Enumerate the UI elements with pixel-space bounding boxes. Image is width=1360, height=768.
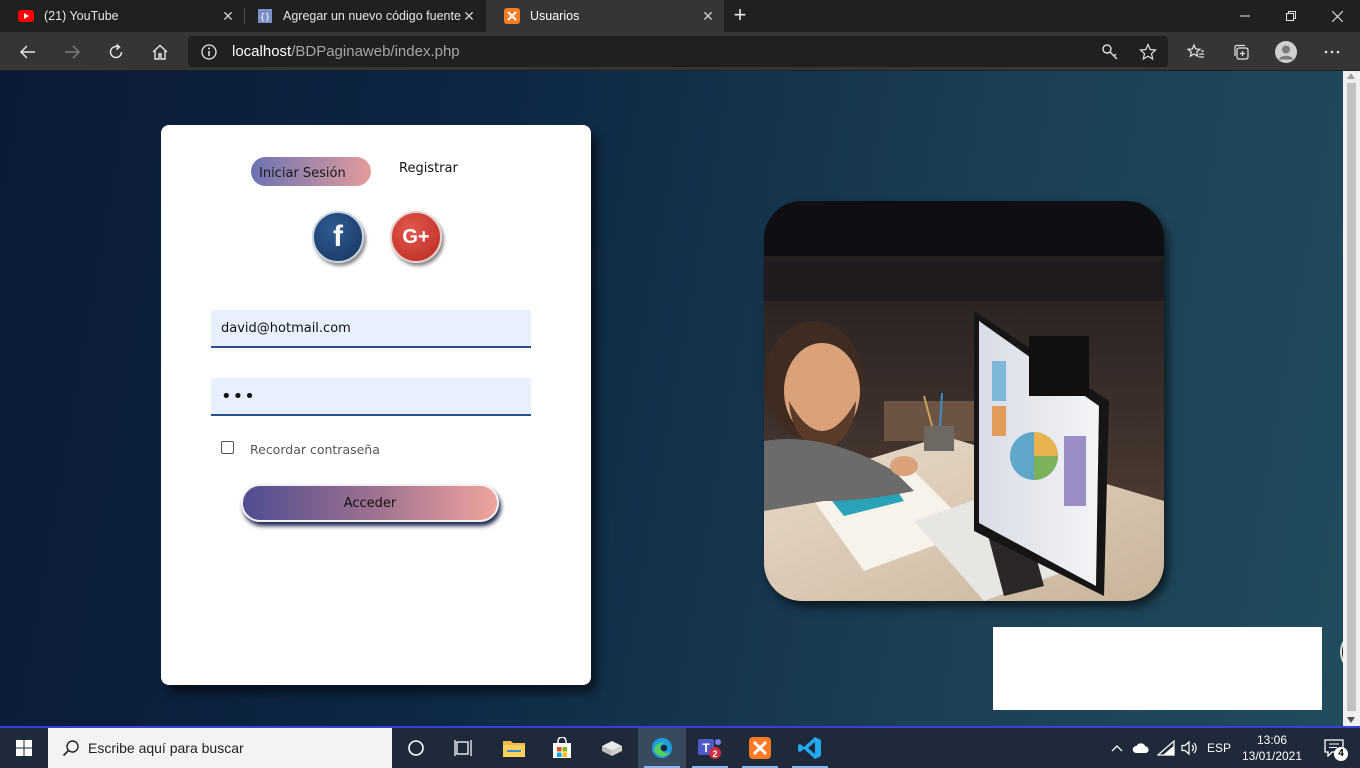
home-button[interactable] (144, 36, 176, 68)
store-button[interactable] (538, 728, 586, 768)
hero-photo (764, 201, 1164, 601)
url-path: /BDPaginaweb/index.php (291, 43, 460, 60)
login-card: Iniciar Sesión Registrar f G+ Recordar c… (161, 125, 591, 685)
more-menu-icon[interactable] (1316, 36, 1348, 68)
vscode-icon (798, 737, 821, 759)
tab-codigo-fuente[interactable]: {} Agregar un nuevo código fuente ✕ (239, 0, 485, 32)
svg-text:{}: {} (260, 13, 271, 23)
folder-icon (503, 741, 525, 757)
remember-password-label: Recordar contraseña (250, 442, 380, 457)
edge-browser-button[interactable] (638, 728, 686, 768)
chevron-up-icon (1111, 745, 1123, 752)
refresh-button[interactable] (100, 36, 132, 68)
search-placeholder: Escribe aquí para buscar (88, 740, 244, 756)
facebook-icon: f (333, 220, 343, 253)
teams-icon: T2 (698, 739, 721, 759)
url-text[interactable]: localhost/BDPaginaweb/index.php (232, 43, 460, 60)
task-view-button[interactable] (440, 728, 488, 768)
remember-password-checkbox[interactable] (221, 441, 234, 454)
acceder-button[interactable]: Acceder (241, 484, 499, 522)
task-view-icon (454, 740, 472, 756)
back-button[interactable] (12, 36, 44, 68)
collections-icon[interactable] (1225, 36, 1257, 68)
cortana-button[interactable] (392, 728, 440, 768)
scrollbar-thumb[interactable] (1347, 83, 1356, 711)
profile-avatar-icon[interactable] (1270, 36, 1302, 68)
vertical-scrollbar[interactable] (1343, 71, 1360, 726)
favorites-icon[interactable] (1180, 36, 1212, 68)
xampp-button[interactable] (736, 728, 784, 768)
tab-title: (21) YouTube (44, 9, 119, 23)
stack-box-icon (602, 741, 622, 756)
scroll-up-icon[interactable] (1347, 73, 1355, 79)
network-button[interactable] (1154, 728, 1178, 768)
info-icon[interactable] (200, 43, 218, 61)
edge-icon (652, 738, 672, 758)
google-plus-icon: G+ (402, 225, 430, 248)
password-field[interactable] (211, 378, 531, 416)
auth-tabs: Iniciar Sesión Registrar (251, 157, 491, 187)
wifi-icon (1157, 740, 1175, 756)
email-field[interactable] (211, 310, 531, 348)
teams-button[interactable]: T2 (686, 728, 734, 768)
volume-button[interactable] (1178, 728, 1202, 768)
new-tab-button[interactable]: + (728, 4, 752, 28)
tab-title: Agregar un nuevo código fuente (283, 9, 461, 23)
vscode-button[interactable] (786, 728, 834, 768)
tab-title: Usuarios (530, 9, 580, 23)
system-clock[interactable]: 13:06 13/01/2021 (1236, 732, 1308, 764)
close-icon[interactable]: ✕ (461, 8, 477, 24)
zoom-key-icon[interactable] (1100, 42, 1120, 62)
generic-app-button[interactable] (588, 728, 636, 768)
code-page-icon: {} (257, 8, 273, 24)
speaker-icon (1181, 740, 1197, 756)
office-scene-illustration (764, 201, 1164, 601)
tab-iniciar-sesion[interactable]: Iniciar Sesión (251, 157, 371, 186)
tab-registrar[interactable]: Registrar (399, 161, 458, 176)
xampp-icon (504, 8, 520, 24)
browser-tab-strip: (21) YouTube ✕ {} Agregar un nuevo códig… (0, 0, 1360, 32)
onedrive-button[interactable] (1130, 728, 1152, 768)
search-icon (62, 739, 80, 757)
scroll-down-icon[interactable] (1347, 717, 1355, 723)
teams-badge: 2 (712, 749, 717, 759)
close-icon[interactable]: ✕ (220, 8, 236, 24)
action-center-button[interactable]: 4 (1314, 728, 1354, 768)
favorite-star-icon[interactable] (1138, 42, 1158, 62)
browser-toolbar: localhost/BDPaginaweb/index.php (0, 32, 1360, 71)
windows-taskbar: Escribe aquí para buscar T2 ESP 13:06 13… (0, 728, 1360, 768)
restore-button[interactable] (1268, 0, 1314, 32)
store-icon (553, 737, 571, 758)
google-plus-login-button[interactable]: G+ (390, 211, 442, 263)
close-window-button[interactable] (1314, 0, 1360, 32)
cortana-icon (408, 740, 424, 756)
show-hidden-icons-button[interactable] (1106, 728, 1128, 768)
language-indicator[interactable]: ESP (1204, 728, 1234, 768)
close-icon[interactable]: ✕ (700, 8, 716, 24)
clock-date: 13/01/2021 (1241, 749, 1303, 763)
tab-youtube[interactable]: (21) YouTube ✕ (0, 0, 244, 32)
url-host: localhost (232, 43, 292, 60)
taskbar-search-box[interactable]: Escribe aquí para buscar (48, 728, 392, 768)
page-viewport: Iniciar Sesión Registrar f G+ Recordar c… (0, 71, 1343, 726)
forward-button[interactable] (56, 36, 88, 68)
file-explorer-button[interactable] (490, 728, 538, 768)
xampp-taskbar-icon (749, 737, 771, 759)
start-button[interactable] (0, 728, 48, 768)
cloud-icon (1132, 743, 1149, 753)
address-bar[interactable]: localhost/BDPaginaweb/index.php (188, 36, 1168, 67)
minimize-button[interactable] (1222, 0, 1268, 32)
facebook-login-button[interactable]: f (312, 211, 364, 263)
white-panel (993, 627, 1322, 710)
youtube-icon (18, 8, 34, 24)
windows-logo-icon (16, 740, 32, 756)
notification-count-badge: 4 (1334, 747, 1348, 761)
tab-usuarios[interactable]: Usuarios ✕ (486, 0, 724, 32)
clock-time: 13:06 (1256, 733, 1288, 747)
